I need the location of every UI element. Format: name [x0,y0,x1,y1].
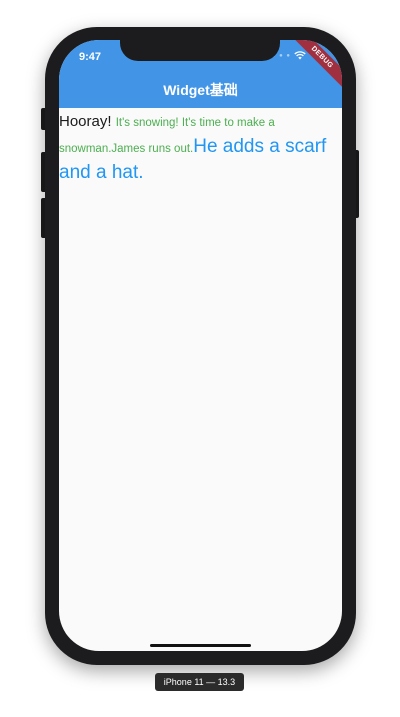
phone-screen: 9:47 ● ● ● ● Widget基础 DEBUG Hooray! It's… [59,40,342,651]
device-label: iPhone 11 — 13.3 [155,673,244,691]
simulator-stage: 9:47 ● ● ● ● Widget基础 DEBUG Hooray! It's… [0,0,400,717]
app-title: Widget基础 [163,82,238,98]
rich-text-paragraph: Hooray! It's snowing! It's time to make … [59,108,342,185]
wifi-icon [294,51,306,60]
status-time: 9:47 [79,51,102,63]
text-span-hooray: Hooray! [59,113,116,130]
notch [120,27,280,61]
home-indicator[interactable] [150,644,251,647]
